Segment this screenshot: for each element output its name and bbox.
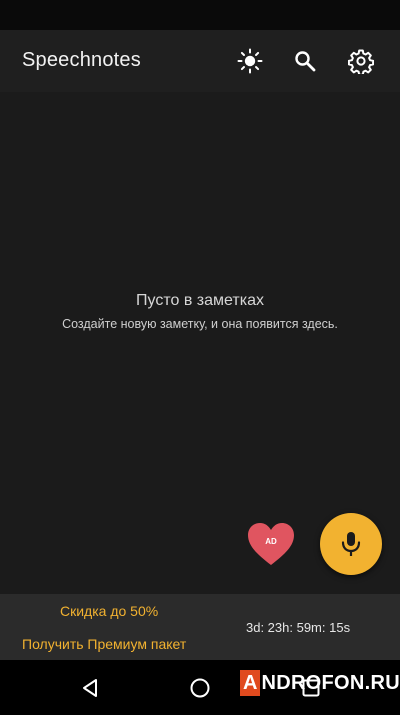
watermark-text: NDROFON.RU (261, 672, 400, 694)
theme-toggle-button[interactable] (235, 46, 265, 76)
ad-button[interactable]: AD (247, 522, 295, 566)
promo-countdown: 3d: 23h: 59m: 15s (246, 620, 351, 635)
home-circle-icon (190, 678, 210, 698)
ad-label: AD (265, 537, 277, 546)
gear-icon (348, 49, 374, 74)
record-button[interactable] (320, 513, 382, 575)
nav-back-button[interactable] (76, 674, 104, 702)
discount-link[interactable]: Скидка до 50% (60, 603, 158, 619)
settings-button[interactable] (346, 46, 376, 76)
watermark-letter: A (240, 670, 261, 696)
promo-bar: Скидка до 50% Получить Премиум пакет 3d:… (0, 594, 400, 660)
app-bar: Speechnotes (0, 30, 400, 92)
get-premium-link[interactable]: Получить Премиум пакет (22, 636, 186, 652)
back-triangle-icon (83, 679, 97, 697)
app-title: Speechnotes (22, 49, 141, 71)
search-button[interactable] (290, 46, 320, 76)
status-bar (0, 0, 400, 30)
nav-home-button[interactable] (186, 674, 214, 702)
microphone-icon (341, 532, 361, 556)
sun-icon (237, 48, 263, 74)
watermark: A NDROFON.RU (240, 668, 400, 698)
empty-state-title: Пусто в заметках (136, 292, 264, 309)
empty-state-subtitle: Создайте новую заметку, и она появится з… (62, 317, 338, 331)
search-icon (295, 51, 316, 72)
